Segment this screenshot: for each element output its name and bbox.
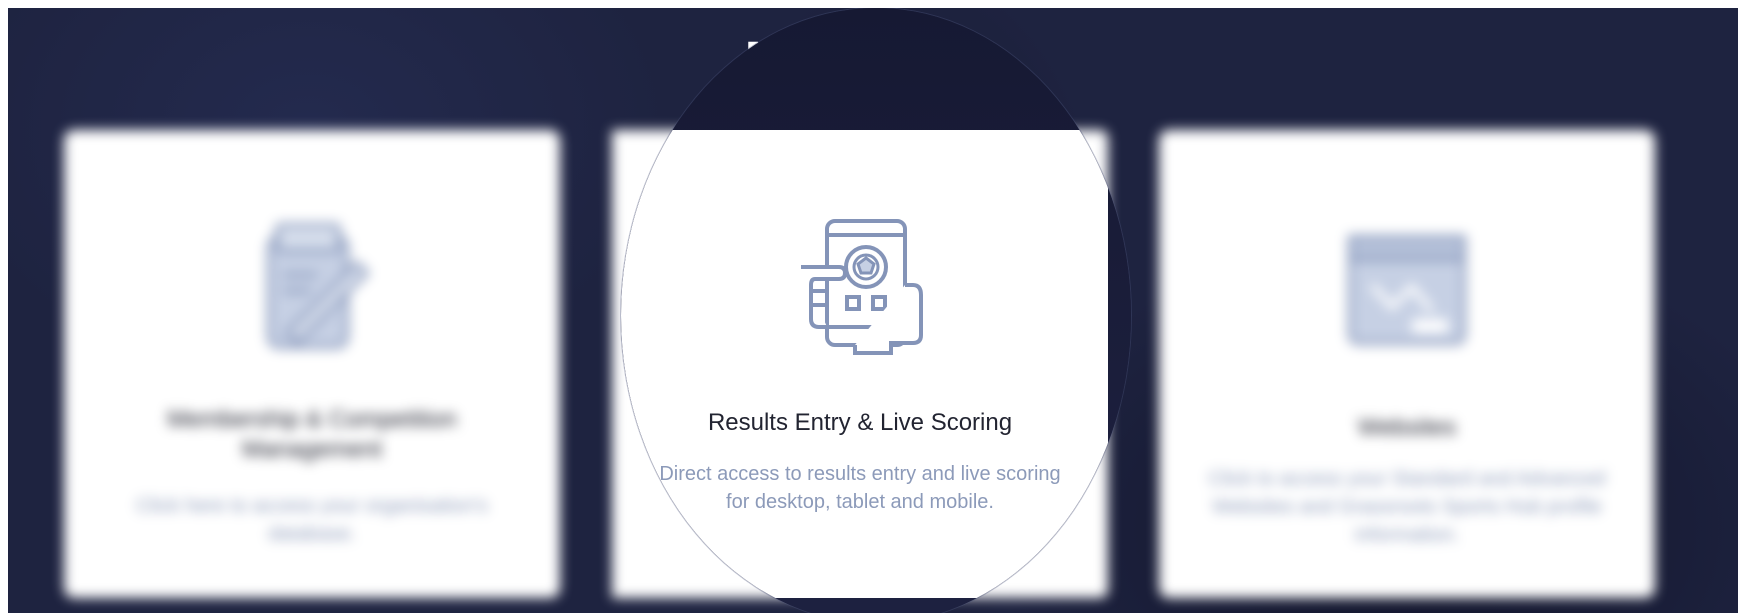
card-description: Direct access to results entry and live … (659, 463, 1061, 513)
card-websites[interactable]: Websites Click to access your Standard a… (1159, 130, 1655, 598)
card-description: Click to access your Standard and Advanc… (1208, 468, 1606, 546)
card-description: Click here to access your organisation's… (136, 495, 488, 545)
website-browser-icon (1348, 235, 1466, 345)
phone-scoring-hand-icon (801, 219, 923, 355)
form-pen-icon (267, 223, 370, 349)
card-title: Results Entry & Live Scoring (707, 409, 1013, 436)
my-account-panel: Membership & Competition Management Clic… (8, 8, 1738, 613)
card-membership-management[interactable]: Membership & Competition Management Clic… (64, 130, 560, 598)
card-results-entry-live-scoring[interactable]: Results Entry & Live Scoring Direct acce… (621, 130, 1108, 598)
card-title: Websites (1357, 414, 1457, 441)
spotlight-focus: Results Entry & Live Scoring Direct acce… (621, 8, 1131, 613)
card-title: Membership & Competition Management (167, 406, 457, 463)
